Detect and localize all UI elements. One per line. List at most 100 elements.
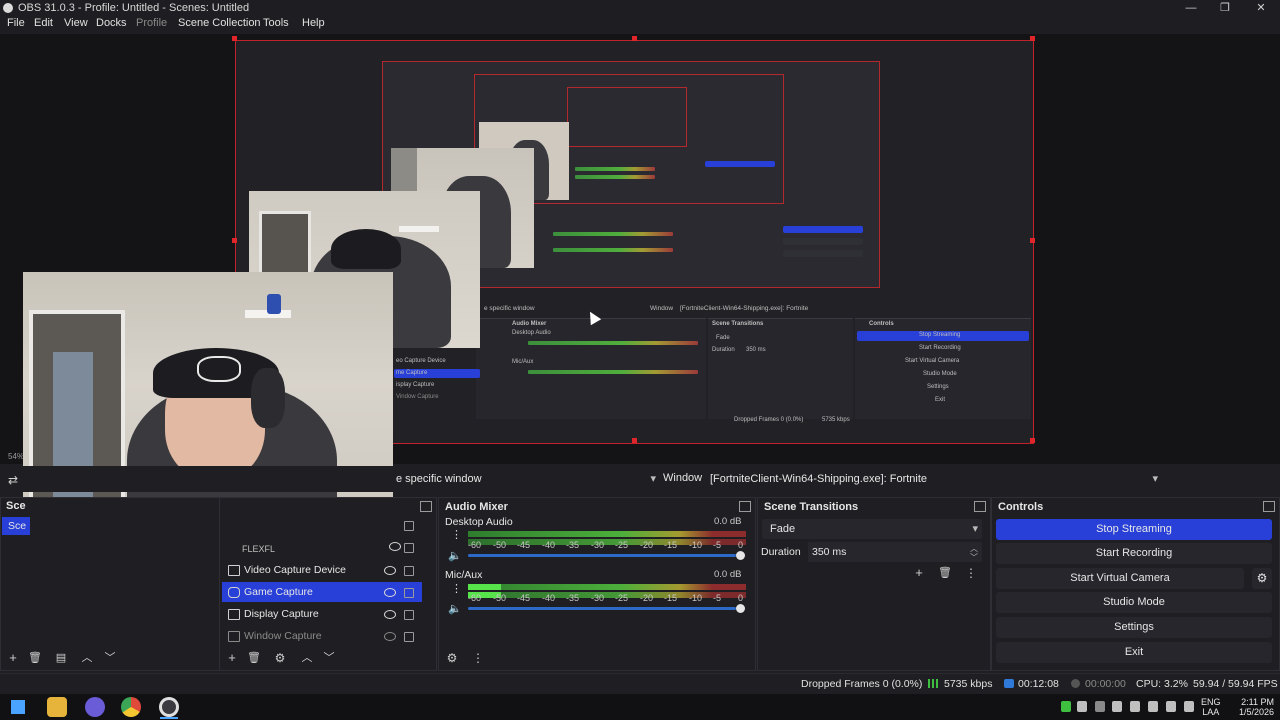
meter-tick-label: -15: [664, 593, 678, 603]
source-item-game-capture[interactable]: Game Capture: [222, 582, 422, 602]
lock-icon[interactable]: [404, 588, 414, 598]
filter-icon[interactable]: ▤: [52, 650, 70, 666]
add-source-button[interactable]: +: [223, 650, 241, 666]
gear-icon[interactable]: ⚙: [1252, 568, 1272, 589]
start-virtual-camera-button[interactable]: Start Virtual Camera: [996, 568, 1244, 589]
duration-spinbox[interactable]: 350 ms ︿ ﹀: [808, 542, 982, 562]
network-icon[interactable]: [1112, 701, 1122, 712]
wifi-icon[interactable]: [1148, 701, 1158, 712]
meter-tick-label: -45: [517, 593, 531, 603]
menu-tools[interactable]: Tools: [263, 17, 289, 29]
kebab-menu-icon[interactable]: ⋮: [469, 650, 487, 666]
gear-icon[interactable]: ⚙: [443, 650, 461, 666]
mic-aux-db: 0.0 dB: [714, 569, 742, 580]
move-down-button[interactable]: ﹀: [320, 650, 338, 666]
menu-scene-collection[interactable]: Scene Collection: [178, 17, 261, 29]
trash-icon[interactable]: 🗑: [936, 565, 954, 581]
meter-tick-label: -50: [493, 540, 507, 550]
desktop-audio-volume-slider[interactable]: [468, 554, 736, 557]
kebab-menu-icon[interactable]: ⋮: [451, 582, 462, 595]
eye-icon[interactable]: [389, 542, 401, 551]
nested-audio-mixer-title: Audio Mixer: [512, 321, 547, 327]
clock[interactable]: 2:11 PM 1/5/2026: [1226, 697, 1274, 717]
menu-view[interactable]: View: [64, 17, 88, 29]
exit-button[interactable]: Exit: [996, 642, 1272, 663]
dock-popout-icon[interactable]: [739, 501, 751, 512]
windows-start-icon[interactable]: [11, 700, 25, 714]
nested-preview-level-3: [567, 87, 687, 147]
eye-icon[interactable]: [384, 588, 396, 597]
tray-icon[interactable]: [1095, 701, 1105, 712]
settings-button[interactable]: Settings: [996, 617, 1272, 638]
minimize-button[interactable]: —: [1174, 0, 1208, 16]
kebab-menu-icon[interactable]: ⋮: [451, 528, 462, 541]
transition-dropdown[interactable]: Fade ▾: [762, 519, 982, 539]
transform-handle-top-right[interactable]: [1030, 36, 1035, 41]
stop-streaming-button[interactable]: Stop Streaming: [996, 519, 1272, 540]
transform-handle-bottom-right[interactable]: [1030, 438, 1035, 443]
lock-icon[interactable]: [404, 610, 414, 620]
transform-handle-top[interactable]: [632, 36, 637, 41]
move-up-button[interactable]: ︿: [78, 650, 96, 666]
scene-item-selected[interactable]: Sce: [2, 517, 30, 535]
source-label: Window Capture: [244, 630, 322, 642]
obs-tray-icon[interactable]: [1061, 701, 1071, 712]
source-item-video-capture[interactable]: Video Capture Device: [222, 560, 422, 580]
chrome-icon[interactable]: [121, 697, 141, 717]
microphone-icon[interactable]: [1077, 701, 1087, 712]
kebab-menu-icon[interactable]: ⋮: [962, 565, 980, 581]
eye-icon[interactable]: [384, 610, 396, 619]
move-up-button[interactable]: ︿: [298, 650, 316, 666]
meter-tick-label: -40: [542, 540, 556, 550]
menu-profile[interactable]: Profile: [136, 17, 167, 29]
speaker-icon[interactable]: 🔈: [448, 602, 462, 615]
eye-hidden-icon[interactable]: [384, 632, 396, 641]
capture-mode-dropdown[interactable]: e specific window ▾: [396, 469, 658, 489]
transform-handle-bottom[interactable]: [632, 438, 637, 443]
source-item-display-capture[interactable]: Display Capture: [222, 604, 422, 624]
mic-aux-volume-slider[interactable]: [468, 607, 736, 610]
desktop-audio-volume-knob[interactable]: [736, 551, 745, 560]
restore-button[interactable]: ❐: [1208, 0, 1242, 16]
transform-handle-top-left[interactable]: [232, 36, 237, 41]
dock-popout-icon[interactable]: [420, 501, 432, 512]
lock-icon[interactable]: [404, 566, 414, 576]
eye-icon[interactable]: [384, 566, 396, 575]
add-scene-button[interactable]: +: [4, 650, 22, 666]
transform-handle-left[interactable]: [232, 238, 237, 243]
menu-docks[interactable]: Docks: [96, 17, 127, 29]
browser-icon[interactable]: [85, 697, 105, 717]
nested-controls-title: Controls: [869, 321, 894, 327]
source-item-window-capture[interactable]: Window Capture: [222, 626, 422, 646]
window-dropdown[interactable]: [FortniteClient-Win64-Shipping.exe]: For…: [710, 469, 1162, 489]
mic-aux-volume-knob[interactable]: [736, 604, 745, 613]
speaker-icon[interactable]: 🔈: [448, 549, 462, 562]
add-transition-button[interactable]: +: [910, 565, 928, 581]
lang-1: ENG: [1201, 697, 1221, 707]
menu-help[interactable]: Help: [302, 17, 325, 29]
gear-icon[interactable]: ⚙: [271, 650, 289, 666]
start-recording-button[interactable]: Start Recording: [996, 543, 1272, 564]
capture-mode-value: e specific window: [396, 473, 482, 485]
language-indicator[interactable]: ENG LAA: [1201, 697, 1221, 717]
scene-transitions-title: Scene Transitions: [764, 501, 859, 513]
studio-mode-button[interactable]: Studio Mode: [996, 592, 1272, 613]
meter-tick-label: -30: [591, 593, 605, 603]
lock-icon[interactable]: [404, 521, 414, 531]
menu-file[interactable]: File: [7, 17, 25, 29]
move-down-button[interactable]: ﹀: [101, 650, 119, 666]
transform-handle-right[interactable]: [1030, 238, 1035, 243]
file-explorer-icon[interactable]: [47, 697, 67, 717]
trash-icon[interactable]: 🗑: [245, 650, 263, 666]
volume-icon[interactable]: [1166, 701, 1176, 712]
battery-icon[interactable]: [1184, 701, 1194, 712]
cloud-icon[interactable]: [1130, 701, 1140, 712]
dock-popout-icon[interactable]: [1263, 501, 1275, 512]
obs-taskbar-icon[interactable]: [159, 697, 179, 717]
lock-icon[interactable]: [404, 543, 414, 553]
lock-icon[interactable]: [404, 632, 414, 642]
trash-icon[interactable]: 🗑: [26, 650, 44, 666]
close-button[interactable]: ✕: [1244, 0, 1278, 16]
dock-popout-icon[interactable]: [974, 501, 986, 512]
menu-edit[interactable]: Edit: [34, 17, 53, 29]
